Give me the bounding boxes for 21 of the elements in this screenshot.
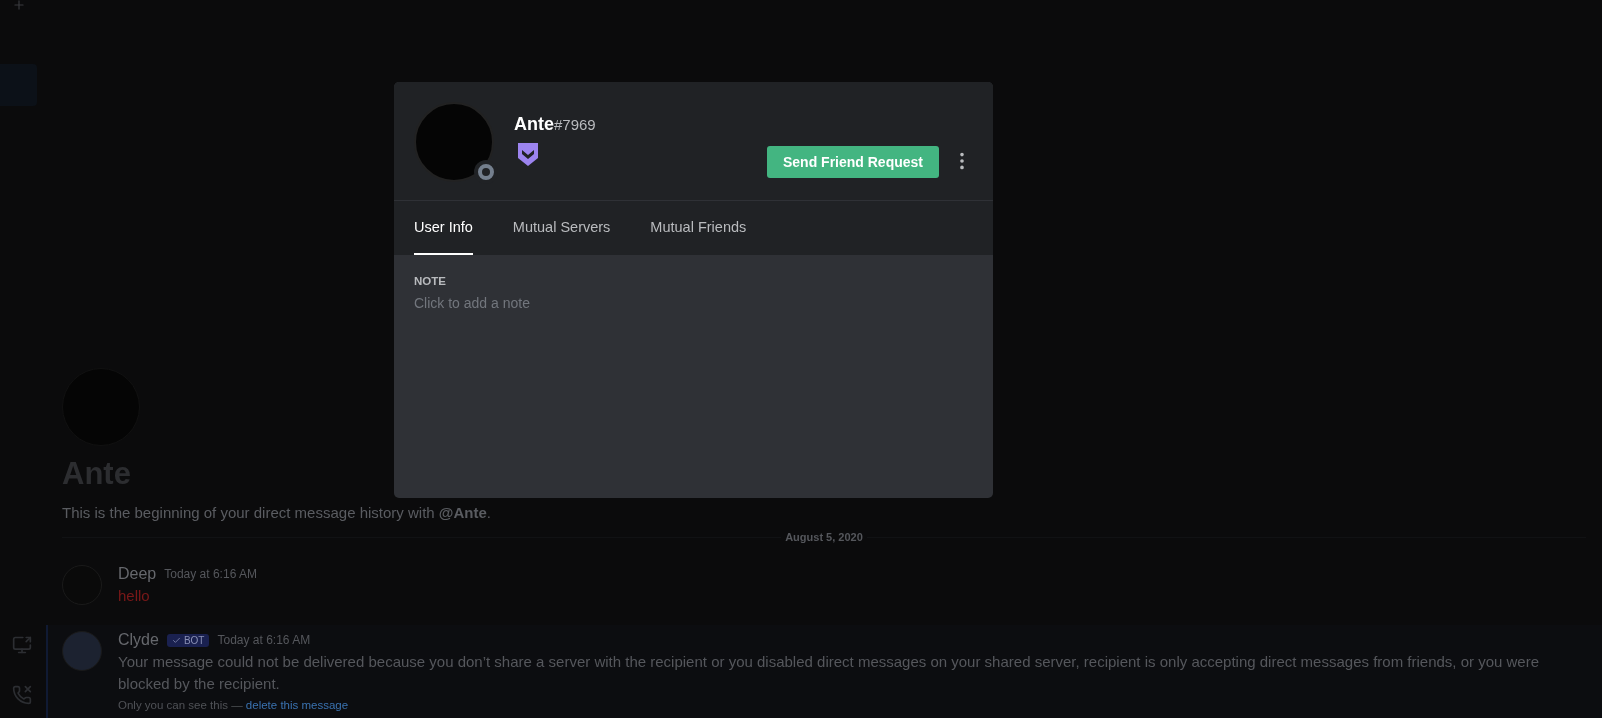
avatar [62,631,102,671]
intro-text: This is the beginning of your direct message history with @Ante. [62,504,492,521]
author-name: Clyde [118,631,159,649]
note-label: NOTE [414,275,447,287]
ephemeral-note: Only you can see this — delete this message [118,699,350,711]
bot-badge: BOT [166,633,210,647]
add-icon[interactable] [12,0,26,12]
screen-share-icon[interactable] [12,635,32,655]
tab[interactable]: Mutual Friends [650,201,747,255]
message-text: Your message could not be delivered because you don’t share a server with the recipient or you disabled direct messages on your shared server, recipient is only accepting direct messages from friends, or you were blocked by the recipient. [118,652,1541,694]
author-name: Deep [118,565,157,583]
tab[interactable]: User Info [414,201,473,255]
message-text: hello [118,586,151,606]
timestamp: Today at 6:16 AM [217,633,311,647]
tab[interactable]: Mutual Servers [512,201,611,255]
badge-icon [516,141,540,167]
username: Ante#7969 [514,114,596,135]
phone-missed-icon[interactable] [12,685,32,705]
timestamp: Today at 6:16 AM [164,567,257,581]
note-field[interactable]: Click to add a note [414,295,973,311]
delete-link[interactable]: delete this message [245,699,349,711]
